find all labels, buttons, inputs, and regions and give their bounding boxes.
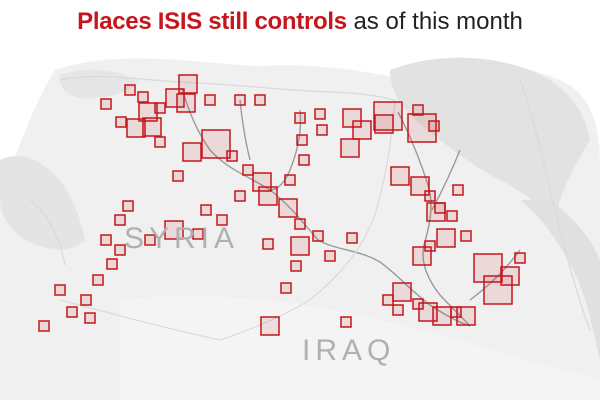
control-marker-10: [100, 98, 112, 110]
control-marker-64: [412, 104, 424, 116]
control-marker-78: [432, 306, 452, 326]
control-marker-69: [426, 202, 446, 222]
control-marker-52: [296, 134, 308, 146]
control-marker-22: [258, 186, 278, 206]
control-marker-43: [290, 236, 310, 256]
control-marker-16: [254, 94, 266, 106]
control-marker-31: [122, 200, 134, 212]
control-marker-82: [382, 294, 394, 306]
control-marker-45: [324, 250, 336, 262]
control-marker-41: [92, 274, 104, 286]
control-marker-42: [262, 238, 274, 250]
control-marker-87: [424, 240, 436, 252]
control-marker-12: [154, 136, 166, 148]
control-marker-34: [106, 258, 118, 270]
control-marker-54: [294, 112, 306, 124]
control-marker-6: [176, 93, 196, 113]
control-marker-58: [352, 120, 372, 140]
control-marker-50: [340, 316, 352, 328]
control-marker-19: [226, 150, 238, 162]
title-highlight: Places ISIS still controls: [77, 8, 347, 35]
control-marker-25: [200, 204, 212, 216]
control-marker-71: [446, 210, 458, 222]
title-rest: as of this month: [346, 8, 523, 35]
map-stage: Places ISIS still controls as of this mo…: [0, 0, 600, 400]
control-marker-14: [204, 94, 216, 106]
control-marker-13: [172, 170, 184, 182]
control-marker-37: [66, 306, 78, 318]
control-marker-72: [460, 230, 472, 242]
map-title: Places ISIS still controls as of this mo…: [0, 8, 600, 36]
control-marker-38: [54, 284, 66, 296]
control-marker-85: [500, 266, 520, 286]
control-marker-44: [312, 230, 324, 242]
map-canvas: [0, 57, 600, 400]
control-marker-65: [390, 166, 410, 186]
control-marker-75: [392, 282, 412, 302]
control-marker-2: [137, 91, 149, 103]
control-marker-49: [260, 316, 280, 336]
control-marker-48: [280, 282, 292, 294]
control-marker-86: [514, 252, 526, 264]
control-marker-17: [182, 142, 202, 162]
control-marker-47: [290, 260, 302, 272]
control-marker-67: [424, 190, 436, 202]
control-marker-26: [234, 190, 246, 202]
country-label-iraq: IRAQ: [302, 334, 396, 367]
control-marker-39: [38, 320, 50, 332]
control-marker-40: [84, 312, 96, 324]
control-marker-23: [278, 198, 298, 218]
control-marker-20: [242, 164, 254, 176]
control-marker-11: [115, 116, 127, 128]
control-marker-70: [452, 184, 464, 196]
control-marker-18: [201, 129, 231, 159]
control-marker-74: [436, 228, 456, 248]
control-marker-81: [392, 304, 404, 316]
control-marker-1: [124, 84, 136, 96]
control-marker-63: [428, 120, 440, 132]
control-marker-33: [100, 234, 112, 246]
control-marker-51: [298, 154, 310, 166]
control-marker-15: [234, 94, 246, 106]
control-marker-24: [294, 218, 306, 230]
control-marker-55: [314, 108, 326, 120]
control-marker-5: [178, 74, 198, 94]
control-marker-9: [142, 117, 162, 137]
control-marker-56: [284, 174, 296, 186]
control-marker-80: [456, 306, 476, 326]
control-marker-59: [340, 138, 360, 158]
control-marker-46: [346, 232, 358, 244]
control-marker-53: [316, 124, 328, 136]
control-marker-61: [373, 101, 403, 131]
control-marker-36: [80, 294, 92, 306]
country-label-syria: SYRIA: [124, 222, 240, 255]
